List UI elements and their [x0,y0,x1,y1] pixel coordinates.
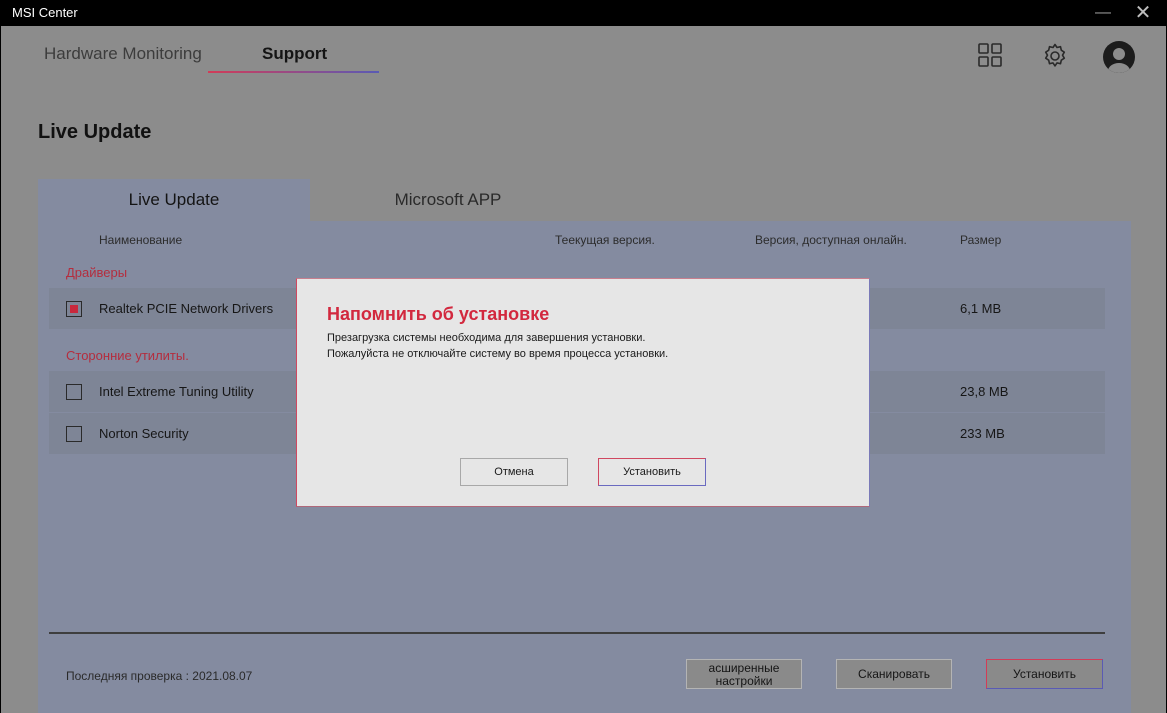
close-button[interactable]: ✕ [1126,0,1160,26]
page-title: Live Update [38,121,152,143]
gear-icon[interactable] [1041,42,1069,70]
row-name: Realtek PCIE Network Drivers [99,301,274,316]
column-header-size: Размер [960,233,1002,247]
footer-divider [49,632,1105,634]
dialog-install-button[interactable]: Установить [598,458,706,486]
advanced-settings-button[interactable]: асширенные настройки [686,659,802,689]
title-bar: MSI Center — ✕ [0,0,1167,26]
row-checkbox[interactable] [66,426,82,442]
minimize-button[interactable]: — [1086,0,1120,26]
dialog-message-line-2: Пожалуйста не отключайте систему во врем… [327,348,669,360]
install-button[interactable]: Установить [986,659,1103,689]
row-size: 233 MB [960,426,1005,441]
row-size: 6,1 MB [960,301,1002,316]
row-size: 23,8 MB [960,384,1009,399]
column-header-name: Наименование [99,233,183,247]
tab-microsoft-app[interactable]: Microsoft APP [310,179,586,221]
row-name: Intel Extreme Tuning Utility [99,384,254,399]
grid-icon[interactable] [977,42,1003,68]
section-drivers: Драйверы [66,265,128,280]
row-checkbox[interactable] [66,384,82,400]
dialog-cancel-button[interactable]: Отмена [460,458,568,486]
column-header-online-version: Версия, доступная онлайн. [755,233,907,247]
column-header-current-version: Теекущая версия. [555,233,655,247]
row-name: Norton Security [99,426,189,441]
scan-button[interactable]: Сканировать [836,659,952,689]
active-tab-indicator [208,71,379,73]
window-title: MSI Center [12,5,78,20]
last-check-text: Последняя проверка : 2021.08.07 [66,669,253,683]
user-icon [1108,48,1130,73]
tab-support[interactable]: Support [262,44,327,64]
tab-live-update[interactable]: Live Update [38,179,310,221]
section-third-party-utilities: Сторонние утилиты. [66,348,189,363]
row-checkbox[interactable] [66,301,82,317]
tab-hardware-monitoring[interactable]: Hardware Monitoring [44,44,202,64]
avatar[interactable] [1103,41,1135,73]
dialog-message-line-1: Презагрузка системы необходима для завер… [327,332,646,344]
install-reminder-dialog: Напомнить об установке Презагрузка систе… [296,278,870,507]
dialog-title: Напомнить об установке [327,304,550,324]
